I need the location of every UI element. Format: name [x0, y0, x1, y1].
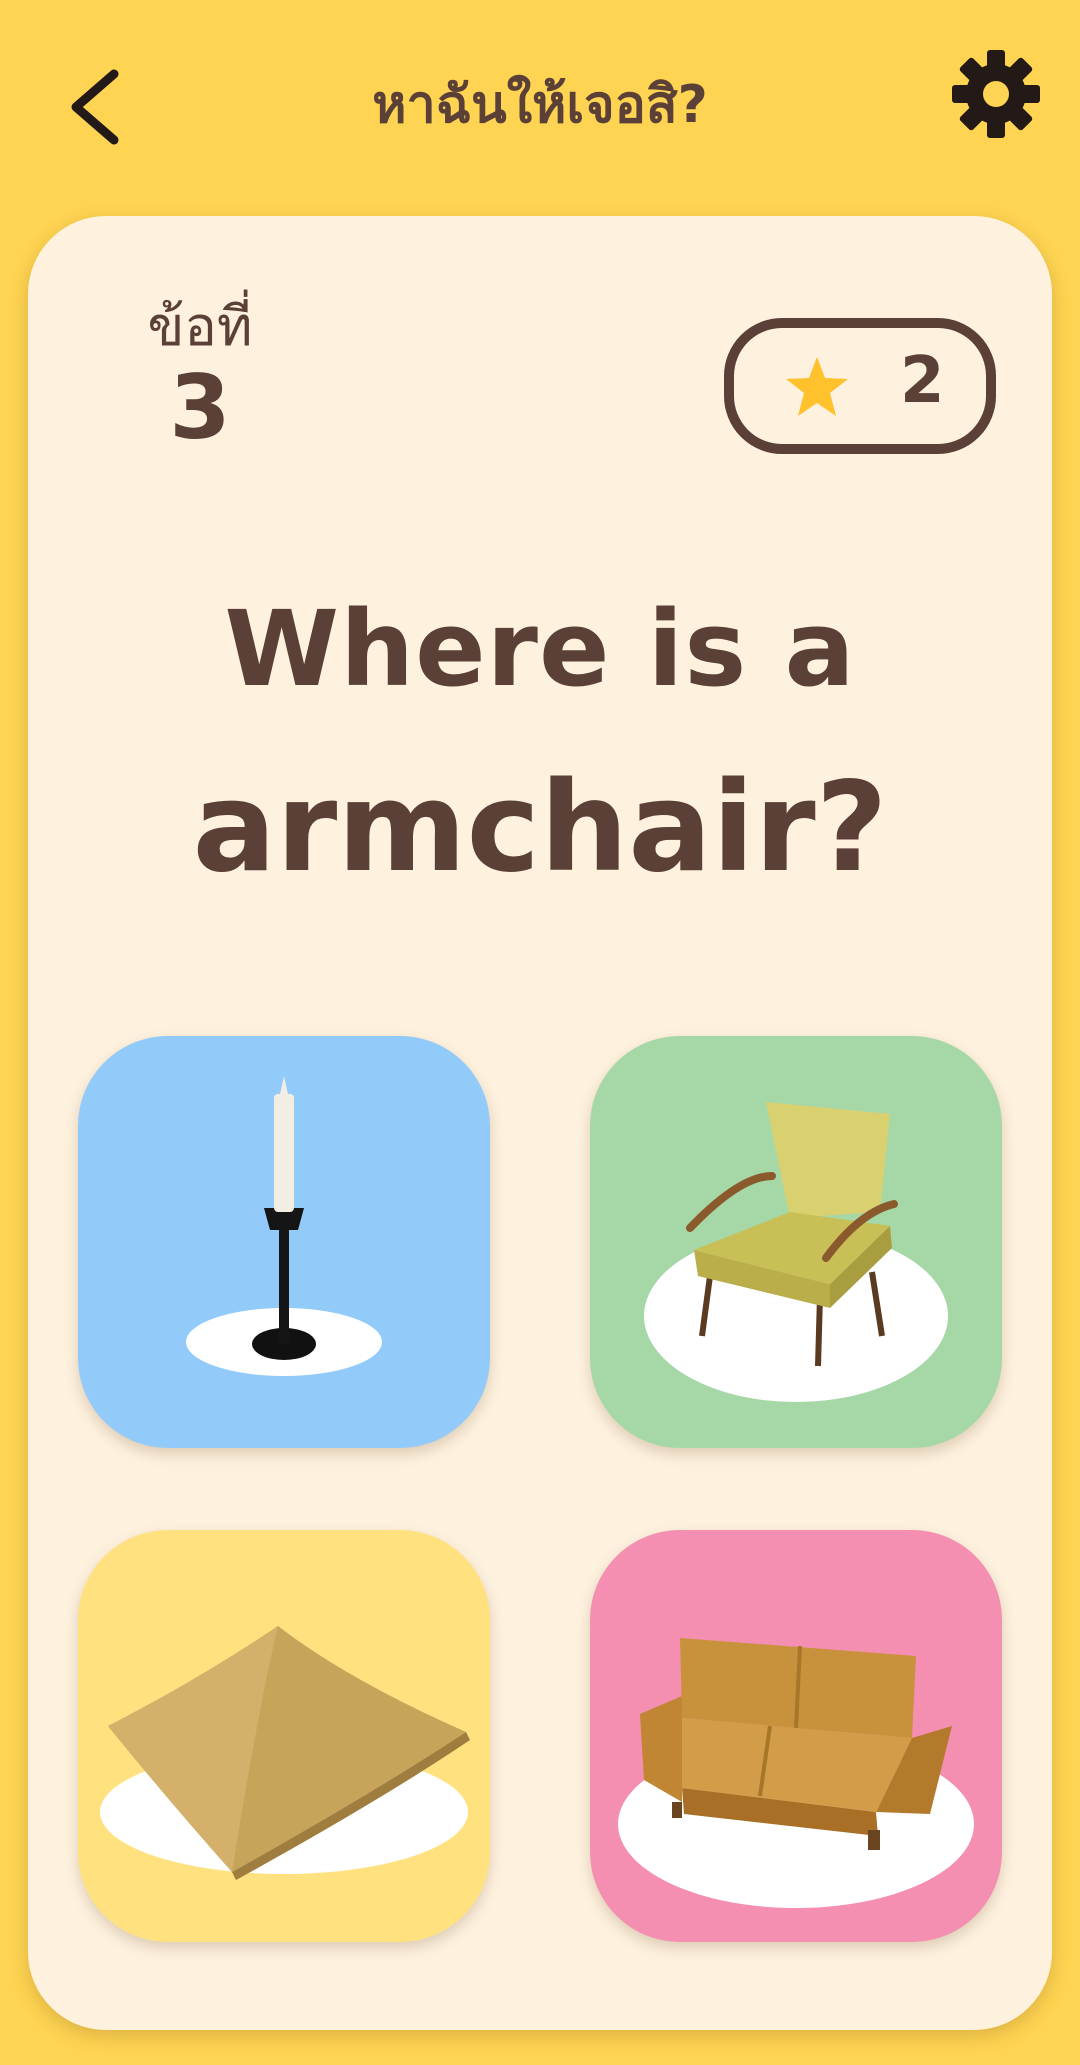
candlestick-image: [186, 1076, 382, 1376]
answer-option-armchair[interactable]: [590, 1036, 1002, 1448]
question-prompt: Where is a: [224, 588, 856, 710]
question-label: ข้อที่: [147, 295, 253, 358]
sofa-image: [618, 1638, 974, 1908]
question-indicator: ข้อที่ 3: [110, 296, 290, 456]
question-number: 3: [169, 356, 231, 459]
answer-option-pillow[interactable]: [78, 1530, 490, 1942]
pillow-image: [100, 1626, 470, 1880]
settings-button[interactable]: [950, 48, 1042, 140]
answer-option-sofa[interactable]: [590, 1530, 1002, 1942]
page-title: หาฉันให้เจอสิ?: [372, 75, 708, 135]
star-icon: [786, 357, 848, 416]
question-target-word: armchair?: [192, 756, 888, 900]
armchair-image: [644, 1102, 948, 1402]
gear-icon: [952, 50, 1040, 138]
score-value: 2: [900, 344, 945, 418]
score-badge: 2: [724, 318, 996, 454]
app-header: หาฉันให้เจอสิ?: [0, 0, 1080, 200]
answer-option-candlestick[interactable]: [78, 1036, 490, 1448]
quiz-card: ข้อที่ 3 2 Where is a armchair?: [28, 216, 1052, 2030]
